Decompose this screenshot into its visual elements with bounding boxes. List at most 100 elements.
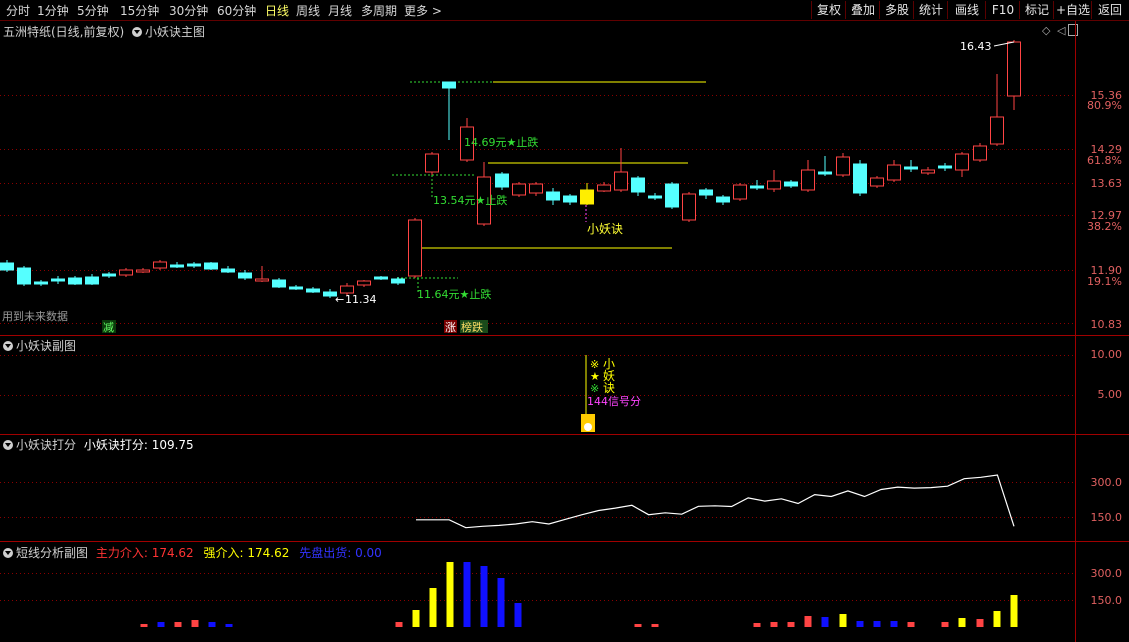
volume-bar [157, 622, 165, 627]
short-term-bars [140, 562, 1018, 627]
stop-annotation: 13.54元★止跌 [433, 193, 507, 207]
volume-bar [890, 621, 898, 627]
candle-body [374, 276, 388, 280]
candle-body [801, 169, 815, 191]
signal-mark: ※ [590, 382, 599, 395]
candle-body [836, 156, 850, 176]
candle-body [408, 219, 422, 277]
bangdie-badge: 榜跌 [461, 320, 483, 334]
candle-body [68, 277, 82, 285]
candle-body [529, 183, 543, 194]
high-marker: 16.43 [960, 40, 992, 53]
volume-bar [634, 624, 642, 627]
volume-bar [174, 622, 182, 627]
volume-bar [480, 566, 488, 627]
volume-bar [225, 624, 233, 627]
candle-body [990, 116, 1004, 145]
candle-body [665, 183, 679, 208]
candle-body [425, 153, 439, 173]
candle-body [340, 285, 354, 294]
volume-bar [839, 614, 847, 627]
signal-char: 诀 [603, 381, 615, 395]
candle-body [631, 177, 645, 193]
sub1-signal: ※ 小 ★ 妖 ※ 诀 144信号分 [581, 355, 641, 432]
volume-bar [976, 619, 984, 627]
pct-label: 38.2% [1087, 220, 1122, 233]
volume-bar [140, 624, 148, 627]
volume-bar [191, 620, 199, 627]
candle-body [204, 262, 218, 270]
volume-bar [873, 621, 881, 627]
volume-bar [770, 622, 778, 627]
sub1-y-label: 5.00 [1098, 388, 1123, 401]
candle-body [17, 267, 31, 285]
candle-body [853, 163, 867, 194]
candle-body [119, 269, 133, 276]
candle-body [682, 193, 696, 221]
candle-body [973, 145, 987, 161]
candle-body [238, 272, 252, 279]
volume-bar [804, 616, 812, 627]
pane-borders [0, 20, 1129, 642]
sub3-y-label: 150.0 [1091, 594, 1123, 607]
candle-body [391, 278, 405, 284]
candle-body [580, 189, 594, 205]
candle-body [272, 279, 286, 288]
candle-body [51, 278, 65, 282]
candle-body [495, 173, 509, 188]
volume-bar [651, 624, 659, 627]
candle-body [699, 189, 713, 196]
sub1-axis: 10.00 5.00 [1091, 348, 1123, 401]
candle-body [289, 286, 303, 290]
volume-bar [753, 623, 761, 627]
volume-bar [412, 610, 420, 627]
candle-body [102, 273, 116, 277]
candle-body [955, 153, 969, 171]
volume-bar [395, 622, 403, 627]
candle-body [921, 169, 935, 174]
volume-bar [907, 622, 915, 627]
sub2-y-label: 300.0 [1091, 476, 1123, 489]
volume-bar [1010, 595, 1018, 627]
stop-annotation: 11.64元★止跌 [417, 287, 491, 301]
candle-body [221, 268, 235, 273]
signal-annotation: 小妖诀 [587, 222, 623, 236]
candle-body [187, 263, 201, 267]
candle-body [870, 177, 884, 187]
candle-body [733, 184, 747, 200]
candle-body [597, 184, 611, 192]
money-bag-coin [584, 423, 592, 431]
volume-bar [941, 622, 949, 627]
pct-label: 61.8% [1087, 154, 1122, 167]
price-label: 10.83 [1091, 318, 1123, 331]
volume-bar [787, 622, 795, 627]
candle-body [784, 181, 798, 187]
candle-body [306, 288, 320, 293]
candle-body [750, 185, 764, 189]
candle-body [357, 280, 371, 286]
volume-bar [497, 578, 505, 627]
reference-lines [392, 81, 706, 292]
volume-bar [446, 562, 454, 627]
future-data-note: 用到未来数据 [2, 309, 68, 323]
volume-bar [463, 562, 471, 627]
price-axis: 15.36 80.9% 14.29 61.8% 13.63 12.97 38.2… [1087, 89, 1122, 331]
volume-bar [856, 621, 864, 627]
sub2-y-label: 150.0 [1091, 511, 1123, 524]
candle-body [716, 196, 730, 203]
candle-body [34, 281, 48, 285]
volume-bar [958, 618, 966, 627]
candle-body [767, 180, 781, 190]
candle-body [153, 261, 167, 269]
sub3-axis: 300.0 150.0 [1091, 567, 1123, 607]
pct-label: 19.1% [1087, 275, 1122, 288]
candle-body [546, 191, 560, 201]
candle-body [0, 262, 14, 271]
stop-annotation: 14.69元★止跌 [464, 135, 538, 149]
price-label: 13.63 [1091, 177, 1123, 190]
candle-body [170, 264, 184, 268]
candle-body [1007, 41, 1021, 97]
low-marker-arrow: ← [335, 293, 344, 306]
candle-body [563, 195, 577, 203]
candle-body [614, 171, 628, 191]
